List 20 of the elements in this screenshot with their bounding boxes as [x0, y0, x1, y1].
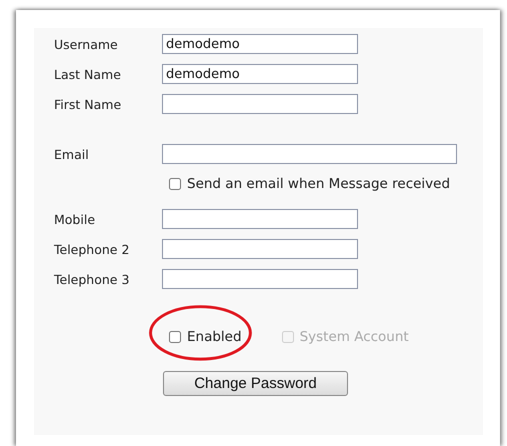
field-label: First Name	[54, 96, 122, 112]
change-password-button[interactable]: Change Password	[163, 371, 348, 396]
field-label: Telephone 3	[54, 272, 130, 286]
input-field[interactable]	[162, 144, 457, 164]
field-label: Username	[54, 36, 119, 52]
input-field[interactable]	[162, 269, 358, 289]
checkbox[interactable]	[169, 331, 181, 343]
input-field[interactable]	[162, 94, 358, 114]
field-label: Email	[54, 146, 90, 162]
input-field[interactable]: demodemo	[162, 64, 358, 84]
checkbox-label: Send an email when Message received	[187, 176, 450, 192]
field-label: Mobile	[54, 212, 96, 226]
field-label: Last Name	[54, 66, 122, 82]
input-field[interactable]	[162, 239, 358, 259]
input-field[interactable]	[162, 209, 358, 229]
checkbox-label: System Account	[300, 329, 409, 345]
checkbox[interactable]	[169, 178, 181, 190]
input-field[interactable]: demodemo	[162, 34, 358, 54]
checkbox-label: Enabled	[187, 329, 242, 345]
field-label: Telephone 2	[54, 242, 130, 256]
